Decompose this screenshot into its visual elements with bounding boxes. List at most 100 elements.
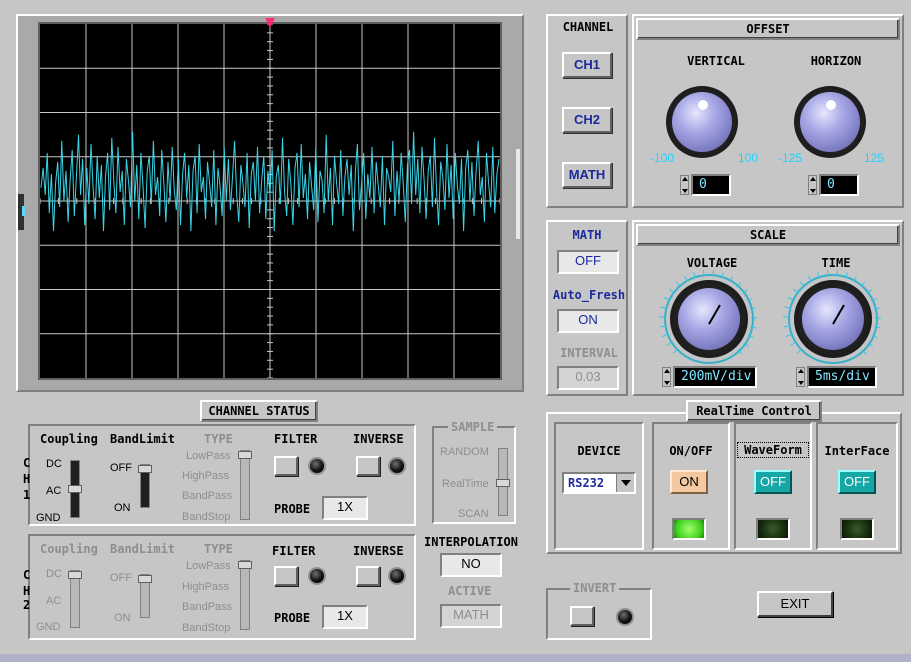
knob-tick xyxy=(659,316,666,318)
waveform-button[interactable]: OFF xyxy=(754,470,792,494)
knob-tick xyxy=(660,306,667,309)
ch1-coupling-slider[interactable] xyxy=(68,460,82,518)
ch2-filter-button[interactable] xyxy=(274,566,298,586)
voltage-value[interactable]: 200mV/div xyxy=(673,366,757,388)
time-value[interactable]: 5ms/div xyxy=(807,366,877,388)
exit-button[interactable]: EXIT xyxy=(757,591,833,617)
scope-screen[interactable] xyxy=(38,22,502,380)
trigger-marker-icon[interactable] xyxy=(265,18,275,28)
voltage-knob[interactable] xyxy=(678,288,740,350)
knob-tick xyxy=(736,282,741,288)
autofresh-value[interactable]: ON xyxy=(557,309,619,333)
ch1-type-lowpass: LowPass xyxy=(186,450,231,462)
knob-tick xyxy=(867,342,873,347)
ch1-status-panel: Coupling BandLimit TYPE FILTER INVERSE D… xyxy=(28,424,416,526)
ch1-type-label: TYPE xyxy=(204,432,233,446)
knob-tick xyxy=(712,270,715,277)
level-marker-icon[interactable] xyxy=(22,206,25,216)
ch1-type-slider[interactable] xyxy=(238,450,252,520)
knob-tick xyxy=(672,348,678,354)
knob-tick xyxy=(861,349,867,355)
ch2-probe-value[interactable]: 1X xyxy=(322,605,368,629)
interpolation-value[interactable]: NO xyxy=(440,553,502,577)
ch2-type-thumb[interactable] xyxy=(238,561,252,569)
sample-thumb[interactable] xyxy=(496,479,510,487)
scale-title: SCALE xyxy=(636,224,900,246)
horizon-knob[interactable] xyxy=(800,92,860,152)
waveform-indicator xyxy=(756,518,790,540)
knob-tick xyxy=(662,333,668,337)
knob-tick xyxy=(790,341,797,346)
realtime-onoff-cell: ON/OFF ON xyxy=(652,422,730,550)
device-select[interactable]: RS232 xyxy=(562,472,636,494)
vertical-knob-dot-icon xyxy=(698,100,708,110)
ch2-bandlimit-slider[interactable] xyxy=(138,574,152,618)
ch1-probe-value[interactable]: 1X xyxy=(322,496,368,520)
vertical-value[interactable]: 0 xyxy=(691,174,731,196)
ch1-coupling-gnd: GND xyxy=(36,512,61,524)
math-button[interactable]: MATH xyxy=(562,162,612,188)
onoff-button[interactable]: ON xyxy=(670,470,708,494)
knob-tick xyxy=(668,288,675,294)
knob-tick xyxy=(693,271,696,279)
knob-tick xyxy=(826,270,829,277)
ch1-type-bandpass: BandPass xyxy=(182,490,233,502)
ch2-inverse-button[interactable] xyxy=(356,566,380,586)
horizon-knob-dot-icon xyxy=(826,100,836,110)
horizon-value[interactable]: 0 xyxy=(819,174,859,196)
knob-tick xyxy=(792,288,799,294)
horizon-spinner[interactable] xyxy=(808,175,817,195)
active-value[interactable]: MATH xyxy=(440,604,502,628)
horizon-max: 125 xyxy=(864,151,885,165)
knob-tick xyxy=(799,281,805,287)
ch1-coupling-label: Coupling xyxy=(40,432,98,446)
vertical-knob[interactable] xyxy=(672,92,732,152)
ch1-inverse-button[interactable] xyxy=(356,456,380,476)
channel-panel-title: CHANNEL xyxy=(556,20,620,34)
vertical-label: VERTICAL xyxy=(687,54,745,68)
knob-tick xyxy=(807,275,812,282)
realtime-panel: DEVICE RS232 ON/OFF ON WaveForm OFF Inte… xyxy=(546,412,902,554)
offset-title: OFFSET xyxy=(636,18,900,40)
ch1-type-thumb[interactable] xyxy=(238,451,252,459)
ch1-inverse-label: INVERSE xyxy=(353,432,404,446)
channel-status-title: CHANNEL STATUS xyxy=(200,400,318,422)
voltage-spinner[interactable] xyxy=(662,367,671,387)
ch1-bandlimit-slider[interactable] xyxy=(138,464,152,508)
ch1-side-label-n: 1 xyxy=(23,488,31,502)
autofresh-label: Auto_Fresh xyxy=(552,288,626,302)
offset-panel: OFFSET VERTICAL -100 100 0 HORIZON -125 … xyxy=(632,14,904,208)
ch2-coupling-ac: AC xyxy=(46,595,62,607)
scope-right-bar xyxy=(516,149,520,239)
ch2-coupling-label: Coupling xyxy=(40,542,98,556)
interface-button[interactable]: OFF xyxy=(838,470,876,494)
time-knob-bezel xyxy=(783,270,882,358)
sample-panel: RANDOM RealTime SCAN xyxy=(432,426,516,524)
invert-button[interactable] xyxy=(570,606,594,626)
time-knob[interactable] xyxy=(802,288,864,350)
knob-tick xyxy=(874,326,881,329)
ch1-coupling-thumb[interactable] xyxy=(68,485,82,493)
ch1-bandlimit-thumb[interactable] xyxy=(138,465,152,473)
horizon-min: -125 xyxy=(778,151,803,165)
ch2-filter-label: FILTER xyxy=(272,544,316,558)
ch2-type-slider[interactable] xyxy=(238,560,252,630)
ch2-coupling-slider[interactable] xyxy=(68,570,82,628)
device-label: DEVICE xyxy=(577,444,621,458)
time-spinner[interactable] xyxy=(796,367,805,387)
ch2-coupling-thumb[interactable] xyxy=(68,571,82,579)
ch2-bandlimit-on: ON xyxy=(114,612,131,624)
knob-tick xyxy=(659,325,666,328)
math-value[interactable]: OFF xyxy=(557,250,619,274)
knob-tick xyxy=(750,326,757,329)
ch2-button[interactable]: CH2 xyxy=(562,107,612,133)
sample-slider[interactable] xyxy=(496,448,510,516)
sample-scan: SCAN xyxy=(458,508,489,520)
interval-value[interactable]: 0.03 xyxy=(557,366,619,390)
ch1-button[interactable]: CH1 xyxy=(562,52,612,78)
ch2-bandlimit-thumb[interactable] xyxy=(138,575,152,583)
chevron-down-icon[interactable] xyxy=(616,474,634,492)
vertical-spinner[interactable] xyxy=(680,175,689,195)
waveform-label: WaveForm xyxy=(737,442,809,458)
ch1-filter-button[interactable] xyxy=(274,456,298,476)
